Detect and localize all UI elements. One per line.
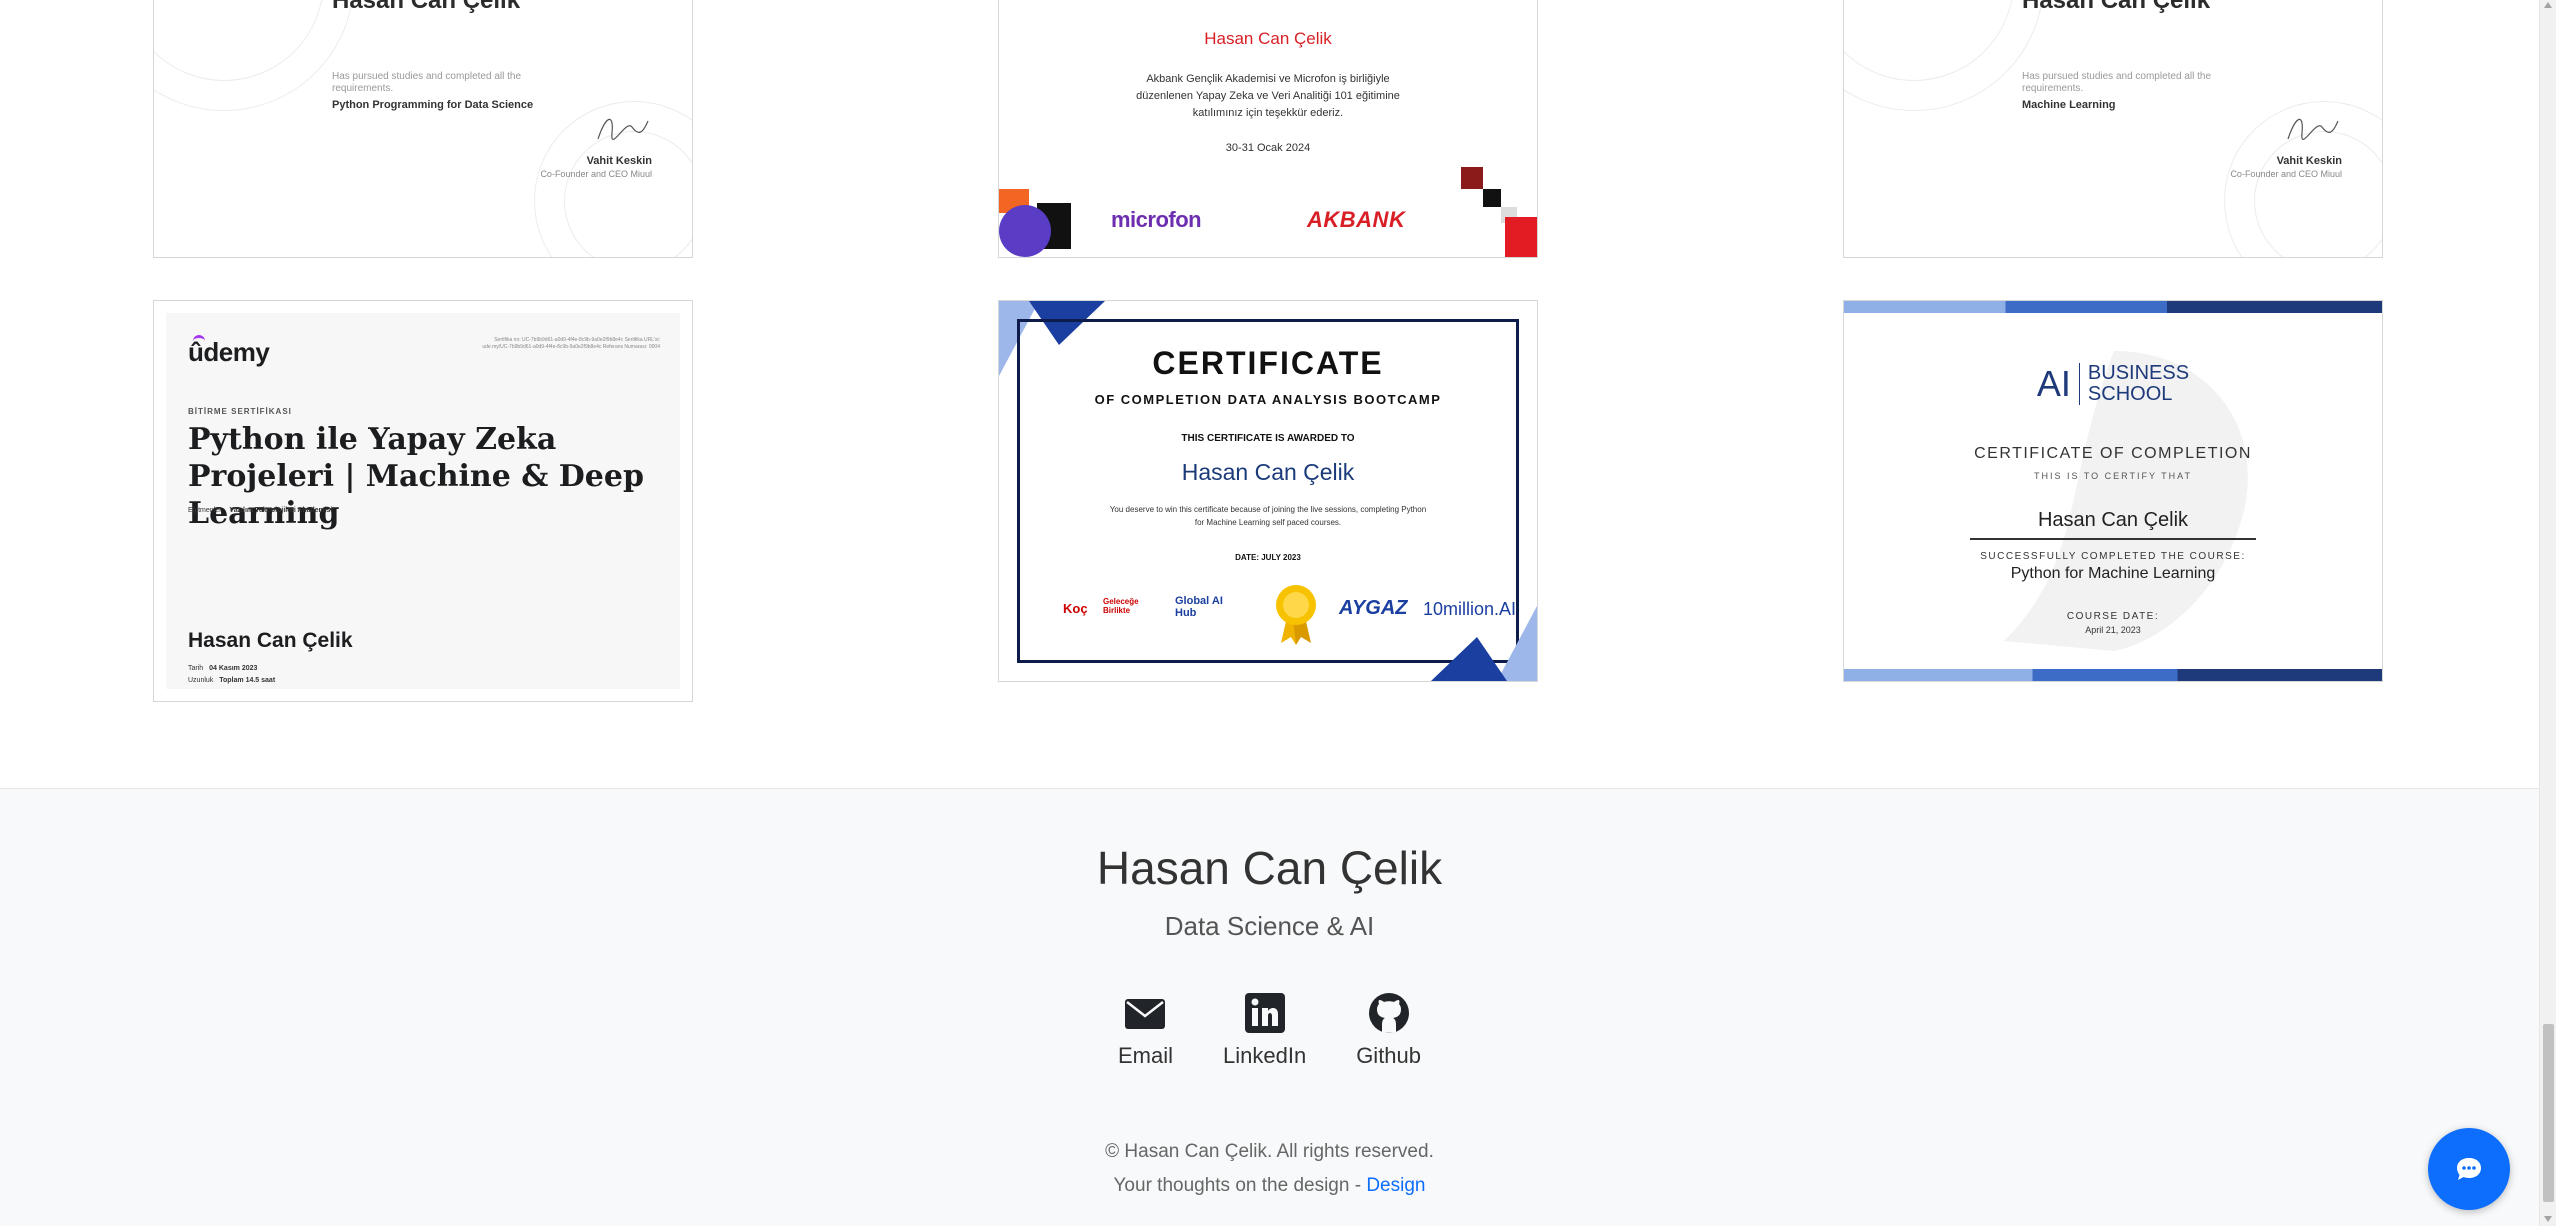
- global-ai-hub-logo: Global AI Hub: [1175, 595, 1223, 619]
- course-date-label: COURSE DATE:: [2066, 611, 2160, 622]
- certificate-kicker: BİTİRME SERTİFİKASI: [188, 407, 292, 416]
- certificate-date: DATE: JULY 2023: [1235, 553, 1301, 562]
- chat-button[interactable]: [2428, 1128, 2510, 1210]
- certificate-akbank[interactable]: Hasan Can Çelik Akbank Gençlik Akademisi…: [998, 0, 1538, 258]
- certificate-ai-business-school[interactable]: AI BUSINESS SCHOOL CERTIFICATE OF COMPLETI…: [1843, 300, 2383, 682]
- footer-tagline: Data Science & AI: [1164, 911, 1375, 941]
- email-link[interactable]: Email: [1118, 991, 1173, 1069]
- signer-name: Vahit Keskin: [2276, 155, 2342, 167]
- certificate-subtitle: OF COMPLETION DATA ANALYSIS BOOTCAMP: [1094, 392, 1442, 407]
- certificate-miuul-ml[interactable]: Hasan Can Çelik Has pursued studies and …: [1843, 0, 2383, 258]
- signer-role: Co-Founder and CEO Miuul: [540, 169, 652, 179]
- certificate-globalaihub[interactable]: CERTIFICATE OF COMPLETION DATA ANALYSIS …: [998, 300, 1538, 682]
- date-value: 04 Kasım 2023: [209, 665, 258, 672]
- certificate-body: ûdemy Sertifika no: UC-7b9b9d61-a0d9-4f4…: [166, 313, 680, 689]
- course-title: Python ile Yapay Zeka Projeleri | Machin…: [188, 422, 644, 531]
- chat-bubble-icon: [2457, 1158, 2481, 1180]
- signature-image: [2287, 118, 2339, 140]
- completed-label: SUCCESSFULLY COMPLETED THE COURSE:: [1980, 551, 2246, 562]
- course-name: Python for Machine Learning: [2010, 565, 2216, 582]
- length-label: Uzunluk: [188, 677, 214, 684]
- top-stripe: [1844, 301, 2382, 313]
- copyright-text: © Hasan Can Çelik. All rights reserved.: [1105, 1141, 1434, 1162]
- instructor-label: Eğitmenler: [188, 507, 222, 514]
- recipient-name: Hasan Can Çelik: [1204, 29, 1332, 48]
- linkedin-icon: [1244, 993, 1285, 1033]
- koc-logo: Koç: [1063, 601, 1088, 616]
- aygaz-logo: AYGAZ: [1339, 597, 1408, 619]
- medal-icon: [1276, 585, 1316, 645]
- aibs-logo-ai: AI: [2037, 363, 2080, 405]
- course-date: April 21, 2023: [2085, 625, 2141, 635]
- scroll-down-arrow-icon[interactable]: [2544, 1216, 2552, 1222]
- site-footer: Hasan Can Çelik Data Science & AI Email …: [0, 788, 2539, 1226]
- email-label: Email: [1117, 1043, 1173, 1068]
- decor-square: [1461, 167, 1483, 189]
- linkedin-label: LinkedIn: [1223, 1043, 1307, 1068]
- aibs-logo: AI BUSINESS SCHOOL: [1844, 363, 2382, 405]
- decor-square: [1505, 217, 1537, 257]
- length-value: Toplam 14.5 saat: [219, 677, 276, 684]
- certificate-text: Has pursued studies and completed all th…: [2022, 71, 2212, 94]
- github-icon: [1368, 993, 1409, 1033]
- certificate-date: 30-31 Ocak 2024: [1225, 142, 1311, 154]
- certificate-title: CERTIFICATE: [1152, 345, 1384, 381]
- github-link[interactable]: Github: [1356, 991, 1421, 1069]
- envelope-icon: [1125, 999, 1166, 1029]
- social-links: Email LinkedIn Github: [0, 991, 2539, 1069]
- decor-square: [1483, 189, 1501, 207]
- aibs-logo-business: BUSINESS: [2087, 362, 2190, 384]
- aibs-logo-school: SCHOOL: [2087, 383, 2173, 405]
- awarded-label: THIS CERTIFICATE IS AWARDED TO: [1181, 433, 1355, 444]
- bottom-stripe: [1844, 669, 2382, 681]
- date-label: Tarih: [188, 665, 204, 672]
- certificate-title: CERTIFICATE OF COMPLETION: [1974, 445, 2252, 462]
- recipient-name: Hasan Can Çelik: [188, 629, 353, 652]
- scroll-up-arrow-icon[interactable]: [2544, 2, 2552, 8]
- certificate-udemy[interactable]: ûdemy Sertifika no: UC-7b9b9d61-a0d9-4f4…: [153, 300, 693, 702]
- corner-decoration: [1431, 606, 1537, 681]
- course-name: Python Programming for Data Science: [332, 99, 534, 111]
- recipient-name: Hasan Can Çelik: [1970, 509, 2256, 540]
- signature-image: [597, 118, 649, 140]
- akbank-logo: AKBANK: [1307, 207, 1406, 232]
- page-scrollbar[interactable]: [2539, 0, 2556, 1226]
- certificate-text: Akbank Gençlik Akademisi ve Microfon iş …: [1136, 73, 1400, 119]
- microfon-logo: microfon: [1111, 207, 1202, 232]
- design-link[interactable]: Design: [1366, 1175, 1425, 1196]
- certificate-miuul-python[interactable]: Hasan Can Çelik Has pursued studies and …: [153, 0, 693, 258]
- gelecege-birlikte-logo: Geleceğe Birlikte: [1103, 597, 1139, 615]
- design-feedback: Your thoughts on the design - Design: [0, 1175, 2539, 1197]
- course-name: Machine Learning: [2022, 99, 2116, 111]
- certificate-references: Sertifika no: UC-7b9b9d61-a0d9-4f4e-8c9b…: [482, 337, 660, 350]
- certificate-text: Has pursued studies and completed all th…: [332, 71, 522, 94]
- certificate-text: You deserve to win this certificate beca…: [1109, 505, 1427, 527]
- instructor-line: Eğitmenler Yazılım Teknolojileri Akademi…: [188, 507, 333, 514]
- certificate-meta: Tarih 04 Kasım 2023 Uzunluk Toplam 14.5 …: [188, 663, 275, 687]
- recipient-name: Hasan Can Çelik: [2022, 0, 2211, 14]
- signer-role: Co-Founder and CEO Miuul: [2230, 169, 2342, 179]
- instructor-name: Yazılım Teknolojileri Akademisi: [229, 507, 333, 514]
- linkedin-link[interactable]: LinkedIn: [1223, 991, 1306, 1069]
- footer-name: Hasan Can Çelik: [1096, 842, 1443, 894]
- recipient-name: Hasan Can Çelik: [332, 0, 521, 14]
- scrollbar-thumb[interactable]: [2543, 1024, 2554, 1202]
- recipient-name: Hasan Can Çelik: [1181, 459, 1355, 485]
- design-feedback-text: Your thoughts on the design -: [1113, 1175, 1367, 1196]
- udemy-logo: ûdemy: [188, 337, 270, 367]
- decor-circle: [999, 205, 1051, 257]
- certify-label: THIS IS TO CERTIFY THAT: [2033, 471, 2193, 481]
- signer-name: Vahit Keskin: [586, 155, 652, 167]
- github-label: Github: [1356, 1043, 1422, 1068]
